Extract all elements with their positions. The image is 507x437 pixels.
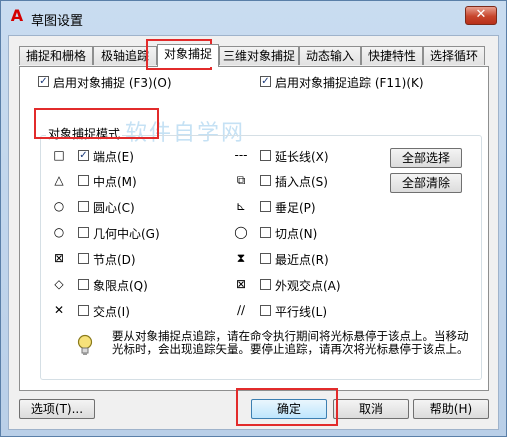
extension-checkbox[interactable] xyxy=(260,150,271,161)
cancel-button[interactable]: 取消 xyxy=(333,399,409,419)
nearest-snap-icon: ⧗ xyxy=(236,251,246,265)
tracking-on-label: 启用对象捕捉追踪 (F11)(K) xyxy=(275,76,424,90)
close-button[interactable]: ✕ xyxy=(465,6,497,25)
midpoint-checkbox[interactable] xyxy=(78,175,89,186)
geometric-center-checkbox[interactable] xyxy=(78,227,89,238)
quadrant-snap-icon: ◇ xyxy=(54,277,64,291)
tab-snap-grid[interactable]: 捕捉和栅格 xyxy=(19,46,93,65)
parallel-checkbox[interactable] xyxy=(260,305,271,316)
parallel-snap-icon: ∕∕ xyxy=(236,303,246,317)
midpoint-snap-icon: △ xyxy=(54,173,64,187)
center-snap-icon: ○ xyxy=(53,199,65,213)
tracking-on-checkbox[interactable]: ✓ xyxy=(260,76,271,87)
tab-quick-properties[interactable]: 快捷特性 xyxy=(361,46,423,65)
tangent-label: 切点(N) xyxy=(275,227,318,241)
endpoint-checkbox[interactable]: ✓ xyxy=(78,150,89,161)
title-bar[interactable]: A 草图设置 ✕ xyxy=(1,1,506,35)
tangent-snap-icon: ◯ xyxy=(234,225,248,239)
geometric-center-label: 几何中心(G) xyxy=(93,227,160,241)
insertion-label: 插入点(S) xyxy=(275,175,328,189)
intersection-label: 交点(I) xyxy=(93,305,130,319)
extension-label: 延长线(X) xyxy=(275,150,329,164)
perpendicular-snap-icon: ⊾ xyxy=(235,199,247,213)
options-button[interactable]: 选项(T)... xyxy=(19,399,95,419)
center-checkbox[interactable] xyxy=(78,201,89,212)
apparent-intersection-snap-icon: ⊠ xyxy=(235,277,247,291)
ok-highlight xyxy=(236,388,338,426)
lightbulb-icon xyxy=(77,334,93,355)
dialog-title: 草图设置 xyxy=(31,14,84,29)
quadrant-checkbox[interactable] xyxy=(78,279,89,290)
tab-object-snap[interactable]: 对象捕捉 xyxy=(157,44,219,67)
nearest-checkbox[interactable] xyxy=(260,253,271,264)
intersection-checkbox[interactable] xyxy=(78,305,89,316)
endpoint-snap-icon: □ xyxy=(53,148,65,162)
parallel-label: 平行线(L) xyxy=(275,305,328,319)
node-snap-icon: ⊠ xyxy=(53,251,65,265)
close-icon: ✕ xyxy=(475,7,487,22)
snap-on-label: 启用对象捕捉 (F3)(O) xyxy=(53,76,172,90)
node-label: 节点(D) xyxy=(93,253,136,267)
perpendicular-checkbox[interactable] xyxy=(260,201,271,212)
help-button[interactable]: 帮助(H) xyxy=(413,399,489,419)
node-checkbox[interactable] xyxy=(78,253,89,264)
midpoint-label: 中点(M) xyxy=(93,175,137,189)
endpoint-label: 端点(E) xyxy=(93,150,134,164)
nearest-label: 最近点(R) xyxy=(275,253,329,267)
drafting-settings-dialog: A 草图设置 ✕ 捕捉和栅格 极轴追踪 对象捕捉 三维对象捕捉 动态输入 快捷特… xyxy=(0,0,507,437)
perpendicular-label: 垂足(P) xyxy=(275,201,316,215)
tab-dynamic-input[interactable]: 动态输入 xyxy=(299,46,361,65)
extension-snap-icon: --- xyxy=(234,148,248,162)
insertion-checkbox[interactable] xyxy=(260,175,271,186)
dialog-body: 捕捉和栅格 极轴追踪 对象捕捉 三维对象捕捉 动态输入 快捷特性 选择循环 软件… xyxy=(8,35,499,430)
clear-all-button[interactable]: 全部清除 xyxy=(390,173,462,193)
geometric-center-snap-icon: ○ xyxy=(53,225,65,239)
tracking-note: 要从对象捕捉点追踪，请在命令执行期间将光标悬停于该点上。当移动光标时，会出现追踪… xyxy=(112,329,469,356)
tab-selection-cycling[interactable]: 选择循环 xyxy=(423,46,485,65)
autocad-icon: A xyxy=(10,6,24,25)
quadrant-label: 象限点(Q) xyxy=(93,279,148,293)
intersection-snap-icon: ✕ xyxy=(53,303,65,317)
insertion-snap-icon: ⧉ xyxy=(236,173,246,187)
select-all-button[interactable]: 全部选择 xyxy=(390,148,462,168)
center-label: 圆心(C) xyxy=(93,201,135,215)
apparent-intersection-checkbox[interactable] xyxy=(260,279,271,290)
endpoint-highlight xyxy=(34,108,159,139)
tangent-checkbox[interactable] xyxy=(260,227,271,238)
apparent-intersection-label: 外观交点(A) xyxy=(275,279,341,293)
snap-on-checkbox[interactable]: ✓ xyxy=(38,76,49,87)
tab-3d-object-snap[interactable]: 三维对象捕捉 xyxy=(219,46,299,65)
